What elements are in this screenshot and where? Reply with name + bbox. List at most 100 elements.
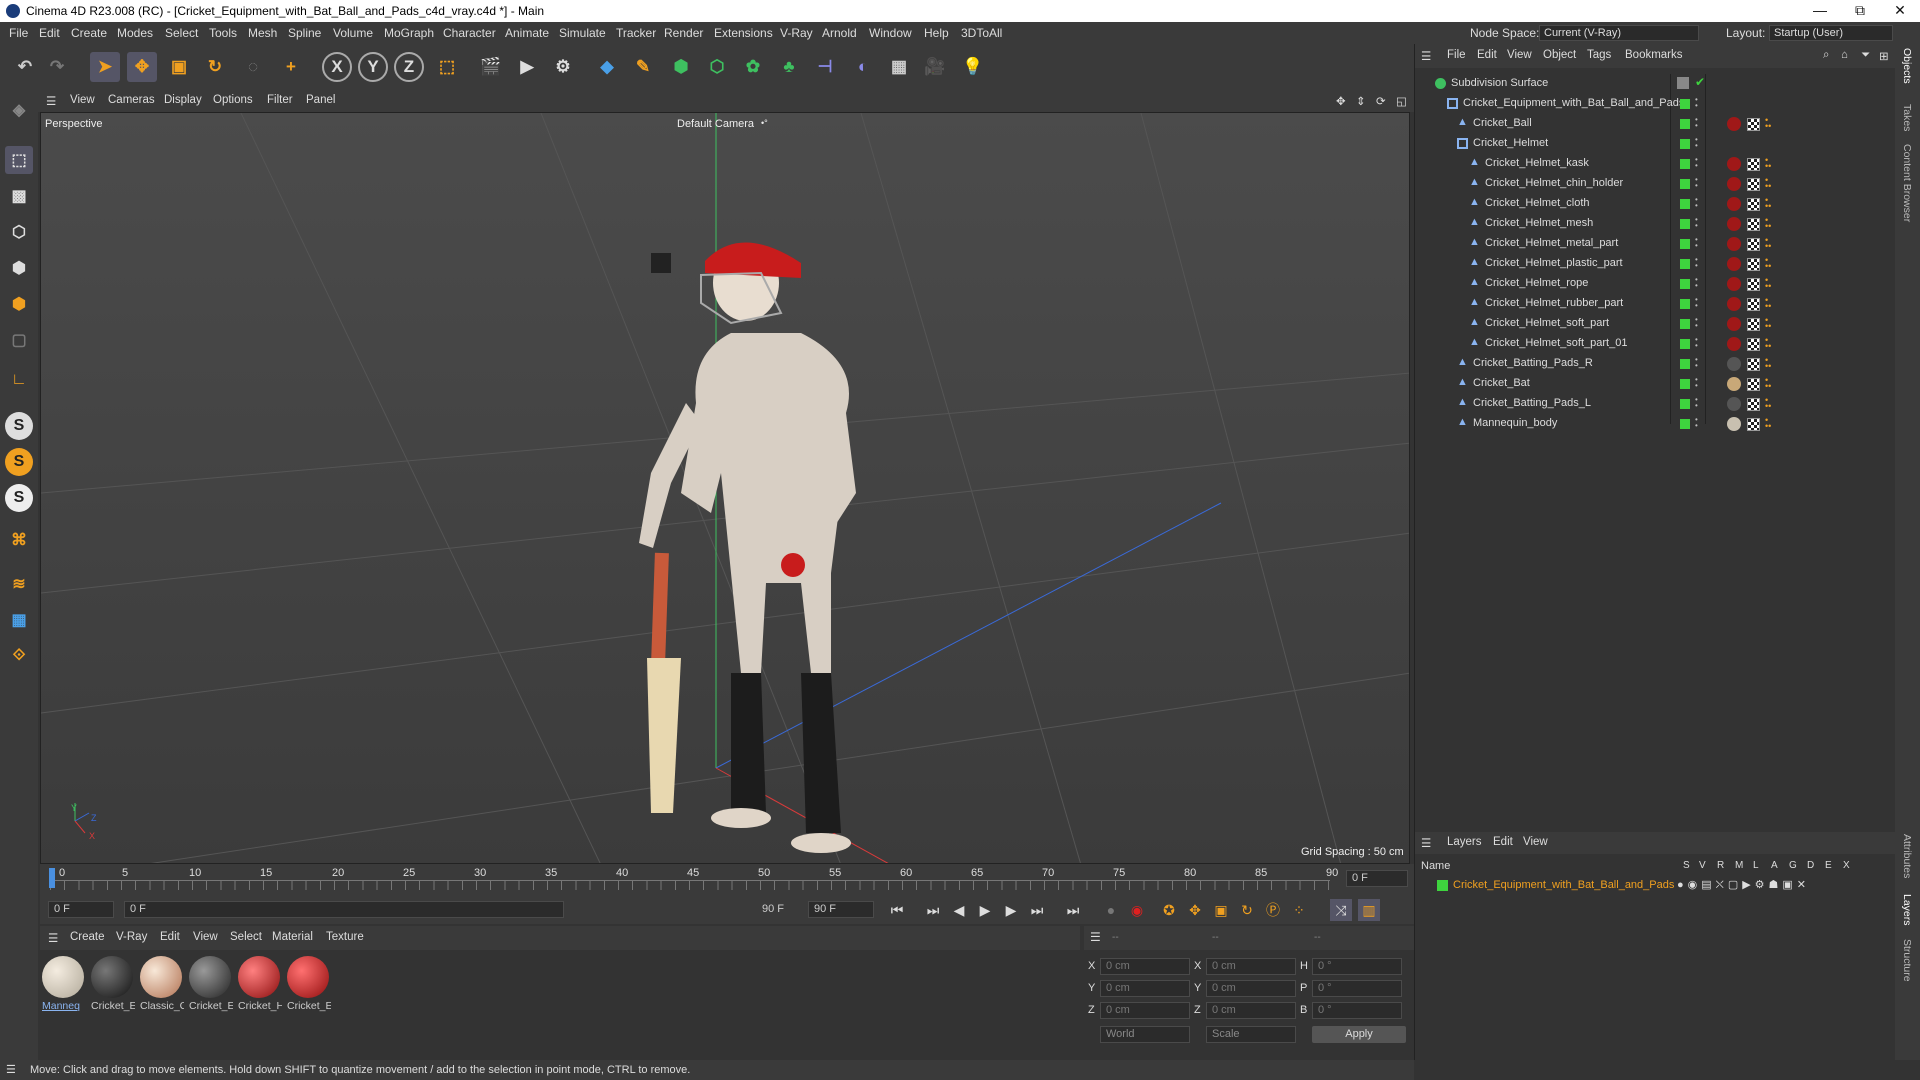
material-menu-vray[interactable]: V-Ray: [116, 931, 147, 943]
next-frame-icon[interactable]: ▶: [1000, 899, 1022, 921]
menu-mesh[interactable]: Mesh: [248, 26, 277, 40]
filter-icon[interactable]: ⏷: [1861, 49, 1870, 62]
visibility-dots-icon[interactable]: • •: [1695, 176, 1699, 191]
texture-mode-icon[interactable]: ▩: [5, 182, 33, 210]
material-tag-icon[interactable]: [1727, 317, 1741, 331]
material-tag-icon[interactable]: [1727, 237, 1741, 251]
tab-content-browser[interactable]: Content Browser: [1901, 144, 1913, 222]
magnet-icon[interactable]: ⌘: [5, 526, 33, 554]
menu-simulate[interactable]: Simulate: [559, 26, 606, 40]
selection-tag-icon[interactable]: • ••: [1765, 116, 1771, 131]
prev-key-icon[interactable]: ⏭: [922, 899, 944, 921]
layer-row[interactable]: Cricket_Equipment_with_Bat_Ball_and_Pads…: [1415, 876, 1896, 896]
material-menu-select[interactable]: Select: [230, 931, 262, 943]
cube-primitive-icon[interactable]: ◆: [592, 52, 622, 82]
current-frame-field[interactable]: 0 F: [1346, 870, 1408, 887]
go-to-end-icon[interactable]: ⏭: [1062, 899, 1084, 921]
layer-color-icon[interactable]: [1680, 219, 1690, 229]
deformer-icon[interactable]: ⊣: [810, 52, 840, 82]
selection-tag-icon[interactable]: • ••: [1765, 356, 1771, 371]
spline-pen-icon[interactable]: ✎: [628, 52, 658, 82]
material-menu-edit[interactable]: Edit: [160, 931, 180, 943]
selection-tag-icon[interactable]: • ••: [1765, 196, 1771, 211]
quantize-icon[interactable]: S: [5, 484, 33, 512]
timeline-ruler[interactable]: 0 5 10 15 20 25 30 35 40 45 50 55 60 65 …: [40, 864, 1414, 894]
layer-color-icon[interactable]: [1680, 119, 1690, 129]
prev-frame-icon[interactable]: ◀: [948, 899, 970, 921]
visibility-dots-icon[interactable]: • •: [1695, 356, 1699, 371]
edit-tag-icon[interactable]: [1677, 77, 1689, 89]
uvw-tag-icon[interactable]: [1747, 258, 1760, 271]
minimize-button[interactable]: —: [1800, 2, 1840, 20]
visibility-dots-icon[interactable]: • •: [1695, 236, 1699, 251]
object-row[interactable]: ▲ Cricket_Ball • • • ••: [1415, 114, 1896, 134]
layer-color-icon[interactable]: [1680, 159, 1690, 169]
start-frame-field[interactable]: 0 F: [48, 901, 114, 918]
layer-color-icon[interactable]: [1680, 139, 1690, 149]
menu-mograph[interactable]: MoGraph: [384, 26, 434, 40]
y-axis-lock-icon[interactable]: Y: [358, 52, 388, 82]
visibility-dots-icon[interactable]: • •: [1695, 416, 1699, 431]
record-icon[interactable]: ●: [1100, 899, 1122, 921]
snap-icon[interactable]: S: [5, 412, 33, 440]
material-tag-icon[interactable]: [1727, 177, 1741, 191]
menu-render[interactable]: Render: [664, 26, 703, 40]
menu-select[interactable]: Select: [165, 26, 198, 40]
selection-tag-icon[interactable]: • ••: [1765, 276, 1771, 291]
subdivision-icon[interactable]: ⬢: [666, 52, 696, 82]
material-swatch[interactable]: Cricket_E: [287, 956, 331, 1016]
points-mode-icon[interactable]: ⬡: [5, 218, 33, 246]
menu-file[interactable]: File: [9, 26, 28, 40]
menu-modes[interactable]: Modes: [117, 26, 153, 40]
uvw-tag-icon[interactable]: [1747, 238, 1760, 251]
menu-edit[interactable]: Edit: [39, 26, 60, 40]
search-icon[interactable]: ⌕: [1823, 49, 1829, 62]
redo-icon[interactable]: ↷: [42, 52, 72, 82]
object-row[interactable]: ▲ Cricket_Helmet_plastic_part • • • ••: [1415, 254, 1896, 274]
material-swatch[interactable]: Classic_C: [140, 956, 184, 1016]
close-button[interactable]: ✕: [1880, 2, 1920, 20]
viewport-menu-display[interactable]: Display: [164, 94, 202, 106]
uvw-tag-icon[interactable]: [1747, 118, 1760, 131]
material-tag-icon[interactable]: [1727, 277, 1741, 291]
next-key-icon[interactable]: ⏭: [1026, 899, 1048, 921]
layer-color-icon[interactable]: [1680, 419, 1690, 429]
uvw-tag-icon[interactable]: [1747, 318, 1760, 331]
viewport-move-icon[interactable]: ✥: [1336, 94, 1346, 108]
apply-button[interactable]: Apply: [1312, 1026, 1406, 1043]
menu-character[interactable]: Character: [443, 26, 496, 40]
size-x-field[interactable]: 0 cm: [1206, 958, 1296, 975]
uvw-tag-icon[interactable]: [1747, 158, 1760, 171]
object-menu-edit[interactable]: Edit: [1477, 49, 1497, 61]
menu-3dtoall[interactable]: 3DToAll: [961, 26, 1002, 40]
visibility-dots-icon[interactable]: • •: [1695, 116, 1699, 131]
uvw-tag-icon[interactable]: [1747, 298, 1760, 311]
camera-icon[interactable]: 🎥: [920, 52, 950, 82]
visibility-dots-icon[interactable]: • •: [1695, 96, 1699, 111]
visibility-dots-icon[interactable]: • •: [1695, 296, 1699, 311]
size-z-field[interactable]: 0 cm: [1206, 1002, 1296, 1019]
field-icon[interactable]: ◐: [848, 52, 878, 82]
menu-arnold[interactable]: Arnold: [822, 26, 857, 40]
light-icon[interactable]: 💡: [958, 52, 988, 82]
play-icon[interactable]: ▶: [974, 899, 996, 921]
motion-system-icon[interactable]: ⤨: [1330, 899, 1352, 921]
visibility-dots-icon[interactable]: • •: [1695, 256, 1699, 271]
object-menu-object[interactable]: Object: [1543, 49, 1576, 61]
rot-p-field[interactable]: 0 °: [1312, 980, 1402, 997]
viewport-maximize-icon[interactable]: ◱: [1396, 94, 1407, 108]
range-start-field[interactable]: 0 F: [124, 901, 564, 918]
viewport-menu-filter[interactable]: Filter: [267, 94, 293, 106]
lock-workplane-icon[interactable]: ⟐: [5, 642, 33, 670]
pos-y-field[interactable]: 0 cm: [1100, 980, 1190, 997]
snap-settings-icon[interactable]: S: [5, 448, 33, 476]
tab-attributes[interactable]: Attributes: [1901, 834, 1913, 878]
menu-extensions[interactable]: Extensions: [714, 26, 773, 40]
rot-h-field[interactable]: 0 °: [1312, 958, 1402, 975]
layer-color-icon[interactable]: [1680, 379, 1690, 389]
viewport[interactable]: Perspective Default Camera •° Grid Spaci…: [40, 112, 1410, 864]
selection-tag-icon[interactable]: • ••: [1765, 176, 1771, 191]
layer-menu-layers[interactable]: Layers: [1447, 836, 1482, 848]
menu-tracker[interactable]: Tracker: [616, 26, 656, 40]
grid-icon[interactable]: ▦: [5, 606, 33, 634]
